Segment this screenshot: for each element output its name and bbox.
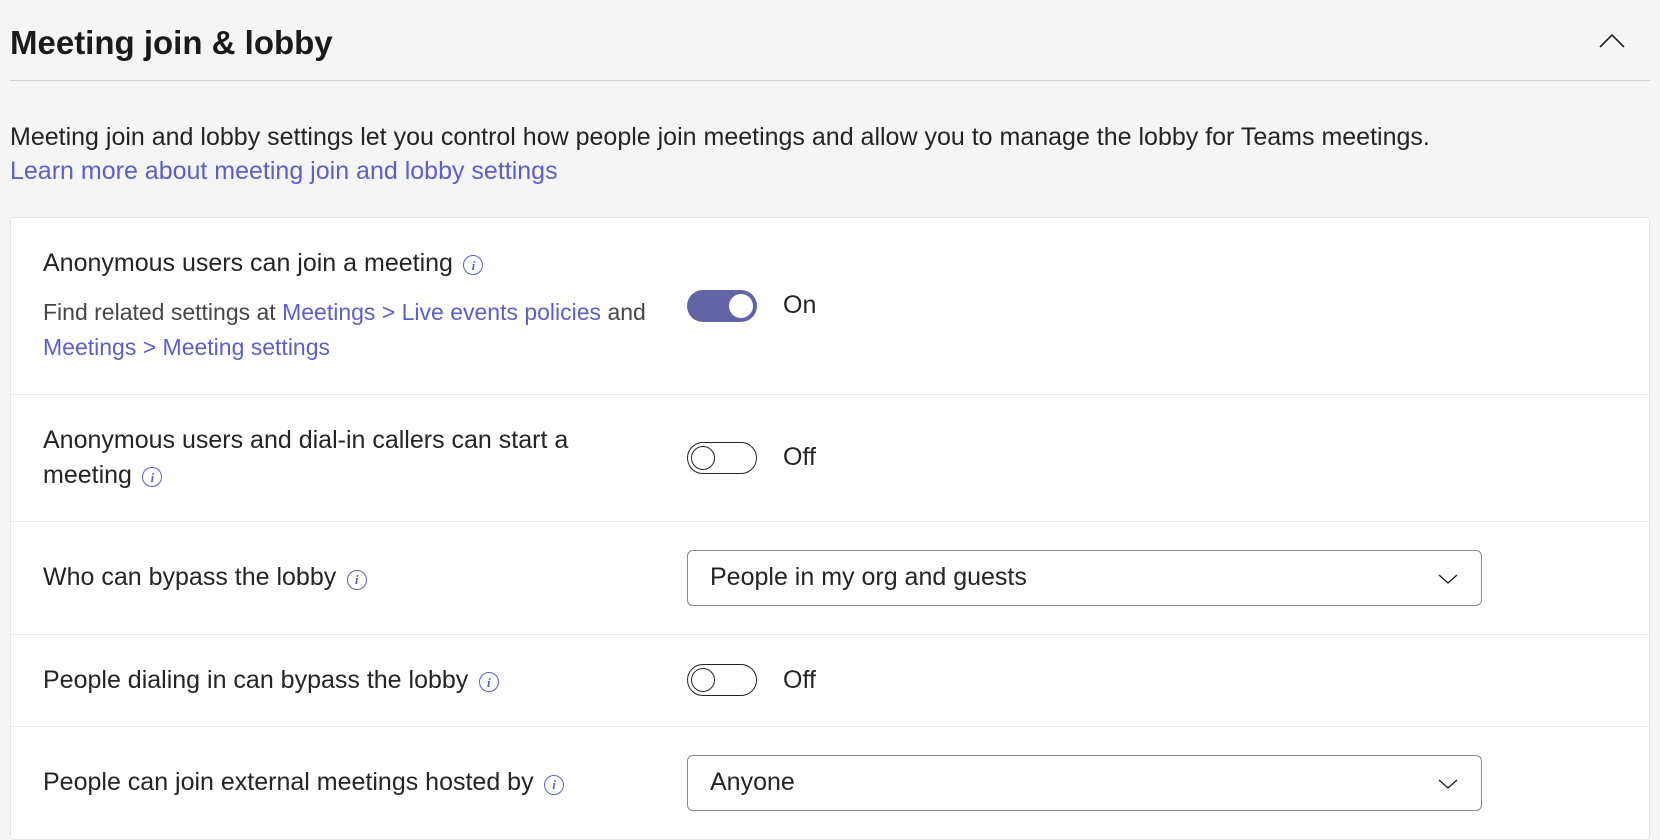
info-icon[interactable]: i bbox=[142, 467, 162, 487]
setting-label-col: Anonymous users and dial-in callers can … bbox=[43, 423, 687, 493]
setting-sublabel: Find related settings at Meetings > Live… bbox=[43, 295, 663, 366]
setting-label-col: Who can bypass the lobby i bbox=[43, 560, 687, 595]
settings-panel: Meeting join & lobby Meeting join and lo… bbox=[0, 0, 1660, 840]
toggle-knob bbox=[729, 294, 753, 318]
setting-row-anonymous-start: Anonymous users and dial-in callers can … bbox=[11, 395, 1649, 522]
chevron-down-icon bbox=[1437, 768, 1459, 797]
setting-label: Who can bypass the lobby bbox=[43, 563, 336, 591]
setting-row-dialin-bypass: People dialing in can bypass the lobby i… bbox=[11, 635, 1649, 727]
select-external-meetings[interactable]: Anyone bbox=[687, 755, 1482, 811]
sublabel-prefix: Find related settings at bbox=[43, 299, 282, 325]
toggle-label: On bbox=[783, 291, 816, 320]
link-live-events-policies[interactable]: Meetings > Live events policies bbox=[282, 299, 601, 325]
toggle-label: Off bbox=[783, 443, 816, 472]
setting-label-col: People can join external meetings hosted… bbox=[43, 765, 687, 800]
setting-label: People can join external meetings hosted… bbox=[43, 768, 534, 796]
toggle-anonymous-start[interactable] bbox=[687, 442, 757, 474]
select-value: Anyone bbox=[710, 768, 795, 797]
toggle-knob bbox=[691, 446, 715, 470]
setting-row-external-meetings: People can join external meetings hosted… bbox=[11, 727, 1649, 839]
setting-label: Anonymous users can join a meeting bbox=[43, 249, 453, 277]
select-value: People in my org and guests bbox=[710, 563, 1027, 592]
info-icon[interactable]: i bbox=[479, 672, 499, 692]
setting-row-bypass-lobby: Who can bypass the lobby i People in my … bbox=[11, 522, 1649, 635]
setting-control-col: People in my org and guests bbox=[687, 550, 1617, 606]
setting-control-col: Off bbox=[687, 664, 1617, 696]
section-description: Meeting join and lobby settings let you … bbox=[10, 81, 1650, 199]
info-icon[interactable]: i bbox=[463, 255, 483, 275]
settings-card: Anonymous users can join a meeting i Fin… bbox=[10, 217, 1650, 840]
toggle-knob bbox=[691, 668, 715, 692]
setting-label-col: Anonymous users can join a meeting i Fin… bbox=[43, 246, 687, 366]
setting-control-col: Anyone bbox=[687, 755, 1617, 811]
chevron-down-icon bbox=[1437, 563, 1459, 592]
chevron-up-icon[interactable] bbox=[1598, 33, 1626, 54]
section-title: Meeting join & lobby bbox=[10, 24, 333, 62]
setting-label-col: People dialing in can bypass the lobby i bbox=[43, 663, 687, 698]
toggle-label: Off bbox=[783, 666, 816, 695]
info-icon[interactable]: i bbox=[347, 570, 367, 590]
toggle-dialin-bypass[interactable] bbox=[687, 664, 757, 696]
sublabel-and: and bbox=[601, 299, 646, 325]
learn-more-link[interactable]: Learn more about meeting join and lobby … bbox=[10, 157, 558, 185]
description-text: Meeting join and lobby settings let you … bbox=[10, 123, 1430, 151]
info-icon[interactable]: i bbox=[544, 775, 564, 795]
setting-control-col: On bbox=[687, 290, 1617, 322]
setting-row-anonymous-join: Anonymous users can join a meeting i Fin… bbox=[11, 218, 1649, 395]
link-meeting-settings[interactable]: Meetings > Meeting settings bbox=[43, 334, 330, 360]
section-header[interactable]: Meeting join & lobby bbox=[10, 10, 1650, 81]
select-bypass-lobby[interactable]: People in my org and guests bbox=[687, 550, 1482, 606]
setting-label: Anonymous users and dial-in callers can … bbox=[43, 426, 568, 489]
toggle-anonymous-join[interactable] bbox=[687, 290, 757, 322]
setting-control-col: Off bbox=[687, 442, 1617, 474]
setting-label: People dialing in can bypass the lobby bbox=[43, 666, 468, 694]
